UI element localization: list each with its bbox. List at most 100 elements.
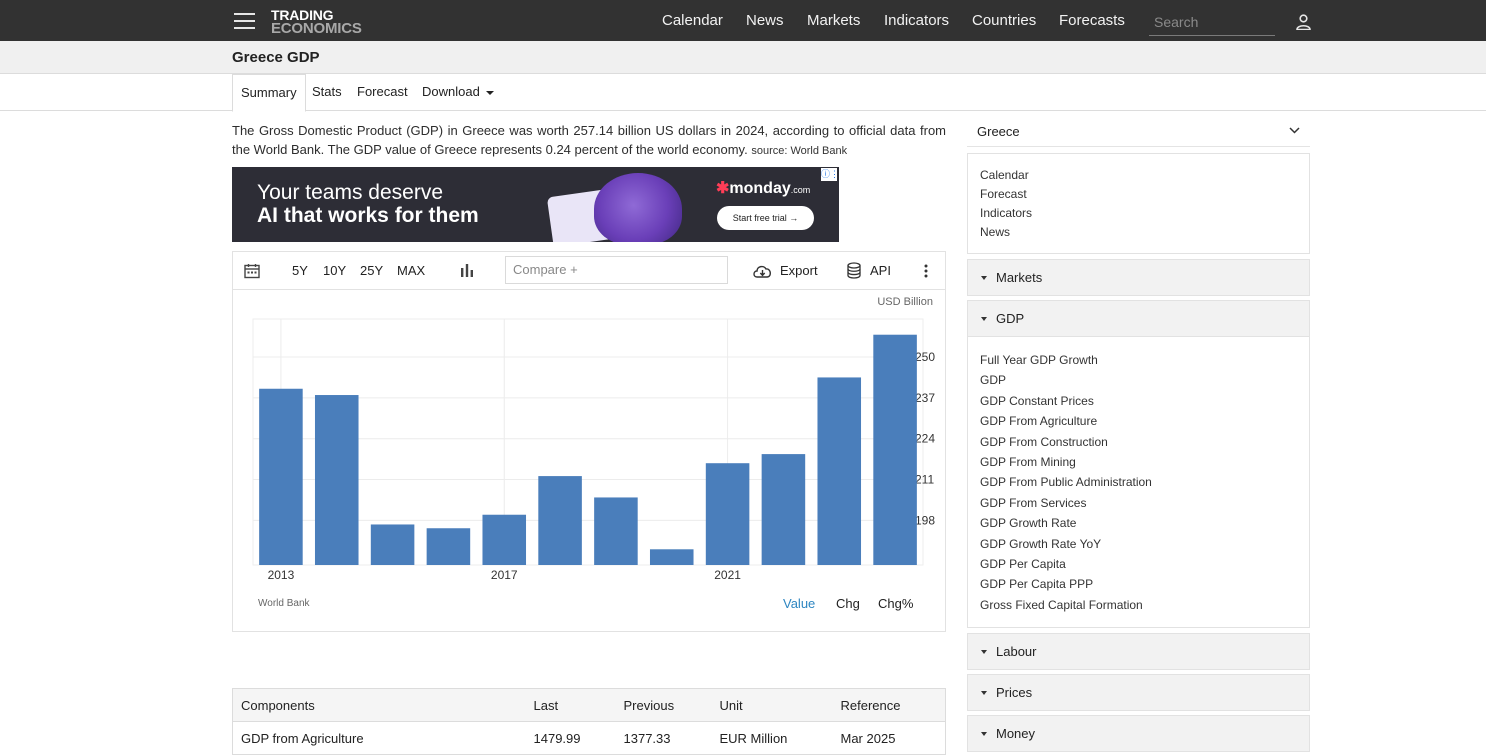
sidebar-item-gdp-per-capita[interactable]: GDP Per Capita (980, 554, 1309, 574)
sidebar-item-gdp-from-construction[interactable]: GDP From Construction (980, 432, 1309, 452)
sidebar-link-forecast[interactable]: Forecast (980, 185, 1309, 204)
nav-countries[interactable]: Countries (972, 0, 1036, 41)
sidebar-item-gdp-from-public-administration[interactable]: GDP From Public Administration (980, 472, 1309, 492)
bar-2020[interactable] (649, 549, 694, 565)
ad-headline: Your teams deserve (257, 181, 443, 204)
page-title: Greece GDP (232, 49, 320, 66)
gdp-description: The Gross Domestic Product (GDP) in Gree… (232, 123, 946, 157)
sidebar-item-gdp-growth-rate-yoy[interactable]: GDP Growth Rate YoY (980, 534, 1309, 554)
top-navigation-bar: TRADING ECONOMICS Calendar News Markets … (0, 0, 1486, 41)
ad-llama-image (594, 173, 682, 242)
mode-chg[interactable]: Chg (836, 596, 860, 611)
bar-2015[interactable] (370, 524, 415, 565)
sidebar-item-gdp-growth-rate[interactable]: GDP Growth Rate (980, 513, 1309, 533)
range-max[interactable]: MAX (397, 263, 425, 278)
range-25y[interactable]: 25Y (360, 263, 383, 278)
bar-2023[interactable] (817, 377, 862, 565)
menu-icon[interactable] (234, 13, 255, 29)
table-header-row: Components Last Previous Unit Reference (232, 688, 946, 722)
user-icon[interactable] (1296, 14, 1311, 30)
ad-brand-logo: ✱monday.com (716, 180, 811, 197)
sidebar-item-gdp-from-agriculture[interactable]: GDP From Agriculture (980, 411, 1309, 431)
sidebar-link-indicators[interactable]: Indicators (980, 204, 1309, 223)
sidebar-section-labour[interactable]: Labour (967, 633, 1310, 670)
sidebar-item-gross-fixed-capital-formation[interactable]: Gross Fixed Capital Formation (980, 595, 1309, 615)
bar-2018[interactable] (538, 476, 582, 565)
cloud-download-icon[interactable] (752, 263, 773, 279)
nav-forecasts[interactable]: Forecasts (1059, 0, 1125, 41)
country-select[interactable]: Greece (967, 116, 1310, 147)
table-row[interactable]: GDP from Agriculture 1479.99 1377.33 EUR… (233, 722, 946, 755)
nav-calendar[interactable]: Calendar (662, 0, 723, 41)
caret-down-icon (981, 732, 987, 736)
sidebar-section-markets[interactable]: Markets (967, 259, 1310, 296)
y-tick-label: 237 (915, 391, 935, 405)
sidebar-item-gdp-from-services[interactable]: GDP From Services (980, 493, 1309, 513)
bar-2019[interactable] (594, 497, 638, 565)
tab-forecast[interactable]: Forecast (357, 74, 408, 111)
search-input[interactable]: Search (1149, 11, 1275, 36)
ad-cta-button[interactable]: Start free trial → (717, 206, 814, 230)
calendar-icon[interactable] (244, 263, 260, 279)
tab-summary[interactable]: Summary (232, 74, 306, 112)
tab-download[interactable]: Download (422, 74, 494, 111)
cell-last: 1479.99 (533, 730, 581, 746)
nav-markets[interactable]: Markets (807, 0, 860, 41)
x-tick-label: 2013 (268, 568, 295, 582)
sidebar-section-money[interactable]: Money (967, 715, 1310, 752)
tab-stats[interactable]: Stats (312, 74, 342, 111)
range-5y[interactable]: 5Y (292, 263, 308, 278)
caret-down-icon (981, 276, 987, 280)
nav-news[interactable]: News (746, 0, 784, 41)
sidebar-item-gdp-from-mining[interactable]: GDP From Mining (980, 452, 1309, 472)
more-options-icon[interactable] (924, 264, 928, 278)
trading-economics-logo[interactable]: TRADING ECONOMICS (271, 8, 362, 36)
bar-2016[interactable] (426, 528, 471, 565)
sidebar-item-gdp[interactable]: GDP (980, 370, 1309, 390)
gdp-bar-chart: 250 237 224 211 198 2013 2017 2021 (252, 318, 935, 582)
bar-chart-icon[interactable] (460, 263, 474, 278)
compare-input[interactable]: Compare + (505, 256, 728, 284)
mode-chg-pct[interactable]: Chg% (878, 596, 913, 611)
sidebar-link-news[interactable]: News (980, 223, 1309, 242)
sidebar-section-prices[interactable]: Prices (967, 674, 1310, 711)
cell-reference: Mar 2025 (840, 730, 896, 746)
bar-2017[interactable] (482, 514, 527, 565)
sidebar-item-gdp-per-capita-ppp[interactable]: GDP Per Capita PPP (980, 574, 1309, 594)
ad-info-icon[interactable]: ⓘ⋮ (821, 168, 839, 181)
sidebar-link-calendar[interactable]: Calendar (980, 166, 1309, 185)
gdp-indicator-list: Full Year GDP Growth GDP GDP Constant Pr… (967, 337, 1310, 628)
y-tick-label: 250 (915, 350, 935, 364)
cell-unit: EUR Million (719, 730, 788, 746)
bar-2024[interactable] (873, 334, 917, 565)
components-table: Components Last Previous Unit Reference … (232, 688, 946, 755)
sidebar-section-gdp[interactable]: GDP (967, 300, 1310, 337)
chart-panel: 5Y 10Y 25Y MAX Compare + Export API USD … (232, 251, 946, 632)
y-tick-label: 198 (915, 513, 935, 527)
bar-2021[interactable] (705, 463, 750, 565)
cell-component[interactable]: GDP from Agriculture (233, 722, 526, 755)
y-tick-label: 211 (915, 473, 934, 487)
col-unit: Unit (711, 688, 833, 722)
chart-source[interactable]: World Bank (258, 598, 310, 609)
caret-down-icon (981, 650, 987, 654)
chevron-down-icon (1289, 127, 1300, 134)
database-icon[interactable] (847, 262, 861, 279)
bar-2014[interactable] (314, 395, 359, 565)
range-10y[interactable]: 10Y (323, 263, 346, 278)
ad-subheadline: AI that works for them (257, 204, 479, 227)
col-reference: Reference (832, 688, 946, 722)
api-button[interactable]: API (870, 263, 891, 278)
source-note[interactable]: source: World Bank (751, 145, 847, 157)
advertisement-banner[interactable]: Your teams deserve AI that works for the… (232, 167, 839, 242)
bar-2022[interactable] (761, 454, 806, 565)
nav-indicators[interactable]: Indicators (884, 0, 949, 41)
chart-toolbar: 5Y 10Y 25Y MAX Compare + Export API (233, 252, 945, 290)
export-button[interactable]: Export (780, 263, 818, 278)
x-tick-label: 2017 (491, 568, 518, 582)
sidebar-item-gdp-constant-prices[interactable]: GDP Constant Prices (980, 391, 1309, 411)
col-previous: Previous (615, 688, 712, 722)
mode-value[interactable]: Value (783, 596, 815, 611)
bar-2013[interactable] (259, 388, 303, 565)
sidebar-item-full-year-gdp-growth[interactable]: Full Year GDP Growth (980, 350, 1309, 370)
